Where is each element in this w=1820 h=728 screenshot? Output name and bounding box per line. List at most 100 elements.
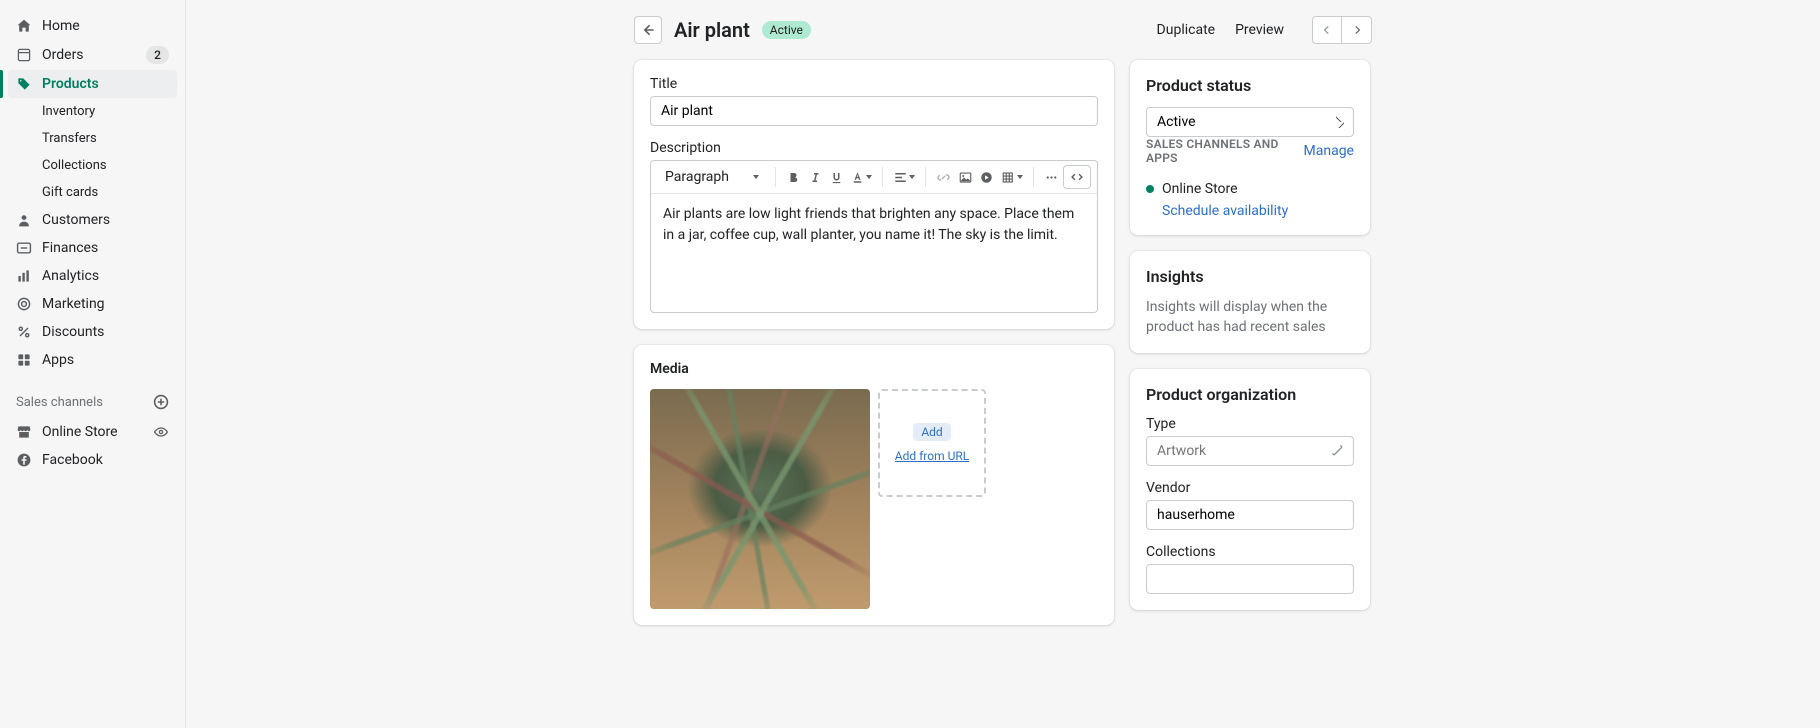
nav-home[interactable]: Home bbox=[8, 12, 177, 40]
organization-card: Product organization Type Vendor bbox=[1130, 369, 1370, 610]
media-dropzone[interactable]: Add Add from URL bbox=[878, 389, 986, 497]
image-icon bbox=[958, 170, 973, 185]
more-button[interactable] bbox=[1042, 165, 1062, 189]
collections-label: Collections bbox=[1146, 544, 1354, 560]
collections-input[interactable] bbox=[1146, 564, 1354, 594]
view-store-icon[interactable] bbox=[153, 424, 169, 440]
nav-label: Home bbox=[42, 18, 80, 34]
paragraph-select[interactable]: Paragraph bbox=[657, 165, 767, 189]
sales-channels-heading: Sales channels bbox=[8, 386, 177, 418]
table-button[interactable] bbox=[999, 165, 1025, 189]
rte-toolbar: Paragraph bbox=[650, 160, 1098, 193]
status-select[interactable]: Active bbox=[1146, 107, 1354, 137]
add-channel-icon[interactable] bbox=[153, 394, 169, 410]
channels-label: Sales channels and apps bbox=[1146, 137, 1304, 165]
image-button[interactable] bbox=[956, 165, 976, 189]
tag-icon bbox=[16, 76, 32, 92]
main: Air plant Active Duplicate Preview bbox=[186, 0, 1820, 728]
underline-button[interactable] bbox=[827, 165, 847, 189]
nav-transfers[interactable]: Transfers bbox=[8, 125, 177, 152]
italic-icon bbox=[808, 170, 823, 185]
product-image[interactable] bbox=[650, 389, 870, 609]
product-status-card: Product status Active Sales channels and… bbox=[1130, 60, 1370, 235]
table-icon bbox=[1001, 170, 1016, 185]
chevron-left-icon bbox=[1321, 24, 1333, 36]
media-heading: Media bbox=[650, 361, 1098, 377]
store-icon bbox=[16, 424, 32, 440]
status-dot-icon bbox=[1146, 185, 1154, 193]
nav-customers[interactable]: Customers bbox=[8, 206, 177, 234]
nav-products[interactable]: Products bbox=[8, 70, 177, 98]
nav-apps[interactable]: Apps bbox=[8, 346, 177, 374]
code-icon bbox=[1070, 170, 1084, 184]
target-icon bbox=[16, 296, 32, 312]
schedule-availability-link[interactable]: Schedule availability bbox=[1162, 203, 1354, 219]
manage-channels-link[interactable]: Manage bbox=[1304, 143, 1354, 159]
video-button[interactable] bbox=[977, 165, 997, 189]
nav-label: Orders bbox=[42, 47, 84, 63]
code-view-button[interactable] bbox=[1063, 165, 1091, 189]
nav-label: Products bbox=[42, 76, 99, 92]
nav-collections[interactable]: Collections bbox=[8, 152, 177, 179]
user-icon bbox=[16, 212, 32, 228]
nav-orders[interactable]: Orders 2 bbox=[8, 40, 177, 70]
align-icon bbox=[893, 170, 908, 185]
add-from-url-link[interactable]: Add from URL bbox=[895, 449, 969, 463]
wand-icon[interactable] bbox=[1330, 443, 1346, 459]
channel-online-store: Online Store bbox=[1146, 181, 1354, 197]
media-card: Media Add Add from URL bbox=[634, 345, 1114, 625]
apps-icon bbox=[16, 352, 32, 368]
insights-card: Insights Insights will display when the … bbox=[1130, 251, 1370, 353]
text-color-button[interactable] bbox=[848, 165, 874, 189]
title-description-card: Title Description Paragraph bbox=[634, 60, 1114, 329]
air-plant-image bbox=[650, 389, 870, 609]
prev-product-button[interactable] bbox=[1312, 16, 1342, 44]
nav-gift-cards[interactable]: Gift cards bbox=[8, 179, 177, 206]
title-label: Title bbox=[650, 76, 1098, 92]
title-input[interactable] bbox=[650, 96, 1098, 126]
add-media-button[interactable]: Add bbox=[913, 423, 950, 441]
arrow-left-icon bbox=[640, 22, 656, 38]
vendor-label: Vendor bbox=[1146, 480, 1354, 496]
analytics-icon bbox=[16, 268, 32, 284]
align-button[interactable] bbox=[891, 165, 917, 189]
nav-facebook[interactable]: Facebook bbox=[8, 446, 177, 474]
description-editor[interactable]: Air plants are low light friends that br… bbox=[650, 193, 1098, 313]
bold-icon bbox=[786, 170, 801, 185]
page-header: Air plant Active Duplicate Preview bbox=[634, 16, 1372, 44]
link-button[interactable] bbox=[934, 165, 954, 189]
caret-icon bbox=[753, 175, 759, 179]
facebook-icon bbox=[16, 452, 32, 468]
bold-button[interactable] bbox=[784, 165, 804, 189]
orders-icon bbox=[16, 47, 32, 63]
nav-finances[interactable]: Finances bbox=[8, 234, 177, 262]
preview-button[interactable]: Preview bbox=[1235, 22, 1284, 38]
insights-text: Insights will display when the product h… bbox=[1146, 298, 1354, 337]
text-color-icon bbox=[850, 170, 865, 185]
description-label: Description bbox=[650, 140, 1098, 156]
video-icon bbox=[979, 170, 994, 185]
nav-online-store[interactable]: Online Store bbox=[8, 418, 177, 446]
italic-button[interactable] bbox=[805, 165, 825, 189]
vendor-input[interactable] bbox=[1146, 500, 1354, 530]
home-icon bbox=[16, 18, 32, 34]
orders-badge: 2 bbox=[146, 46, 169, 64]
page-title: Air plant bbox=[674, 18, 750, 42]
finances-icon bbox=[16, 240, 32, 256]
underline-icon bbox=[829, 170, 844, 185]
nav-inventory[interactable]: Inventory bbox=[8, 98, 177, 125]
insights-heading: Insights bbox=[1146, 267, 1354, 286]
nav-marketing[interactable]: Marketing bbox=[8, 290, 177, 318]
sidebar: Home Orders 2 Products Inventory Transfe… bbox=[0, 0, 186, 728]
next-product-button[interactable] bbox=[1342, 16, 1372, 44]
back-button[interactable] bbox=[634, 16, 662, 44]
duplicate-button[interactable]: Duplicate bbox=[1157, 22, 1216, 38]
percent-icon bbox=[16, 324, 32, 340]
link-icon bbox=[936, 170, 951, 185]
type-input[interactable] bbox=[1146, 436, 1354, 466]
type-label: Type bbox=[1146, 416, 1354, 432]
org-heading: Product organization bbox=[1146, 385, 1354, 404]
status-heading: Product status bbox=[1146, 76, 1354, 95]
nav-analytics[interactable]: Analytics bbox=[8, 262, 177, 290]
nav-discounts[interactable]: Discounts bbox=[8, 318, 177, 346]
